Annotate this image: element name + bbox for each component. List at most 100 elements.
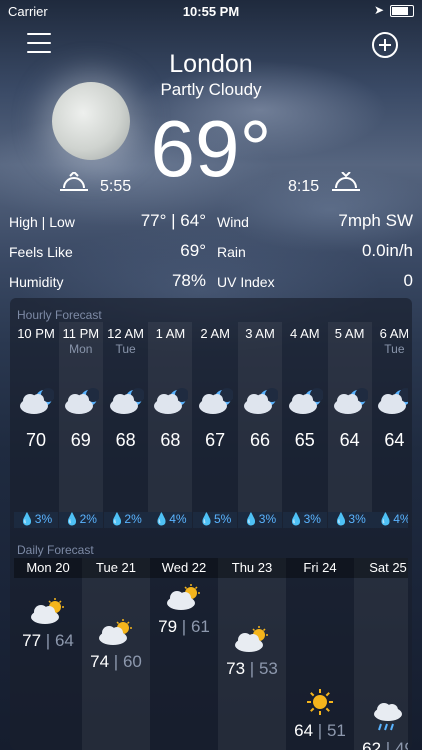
precipitation-value: 3% [34, 512, 53, 526]
day-label [148, 342, 192, 360]
daily-forecast-item: Sat 25 62 | 49 [354, 558, 408, 750]
status-bar: Carrier 10:55 PM ➤ [0, 0, 422, 22]
raindrop-icon: 💧 [109, 512, 125, 526]
day-label [238, 342, 282, 360]
hourly-forecast-title: Hourly Forecast [17, 308, 102, 322]
status-time: 10:55 PM [182, 4, 240, 19]
raindrop-icon: 💧 [243, 512, 259, 526]
hour-temperature: 65 [294, 430, 315, 450]
hour-temperature: 67 [205, 430, 226, 450]
hourly-forecast-item: 6 AMTue 64 💧4% [372, 322, 408, 528]
temperature-separator: | [381, 739, 395, 750]
daily-forecast-strip[interactable]: Mon 20 77 | 64 Tue 21 74 | 60 Wed 22 79 | 61 T… [14, 558, 408, 750]
partly-cloudy-night-icon [148, 388, 192, 428]
hourly-forecast-strip[interactable]: 10 PM 70 💧3% 11 PM Mon 69 💧2% 12 AM Tue 68 💧2% 1 AM… [14, 322, 408, 528]
daily-forecast-item: Wed 22 79 | 61 [150, 558, 218, 750]
day-temperature-block: 62 | 49 [354, 702, 408, 750]
partly-cloudy-night-icon [238, 388, 282, 428]
hour-temperature: 69 [70, 430, 91, 450]
stat-value: 7mph SW [338, 211, 413, 230]
precipitation-value: 2% [124, 512, 142, 526]
hour-label: 12 AM [107, 326, 145, 341]
stat-label: Feels Like [9, 244, 73, 260]
sun-icon [286, 688, 354, 721]
condition-label: Partly Cloudy [160, 80, 262, 99]
stat-label: Humidity [9, 274, 64, 290]
sunset-time: 8:15 [288, 178, 320, 195]
partly-cloudy-night-icon [328, 388, 372, 428]
day-label: Tue [384, 342, 405, 356]
day-label: Fri 24 [286, 558, 354, 578]
hour-label: 11 PM [62, 326, 100, 341]
hour-label: 4 AM [289, 326, 320, 341]
daily-forecast-item: Fri 24 64 | 51 [286, 558, 354, 750]
precipitation-value: 3% [303, 512, 321, 526]
stat-value: 78% [171, 271, 206, 290]
low-temperature: 61 [190, 617, 210, 636]
day-label: Sat 25 [354, 558, 408, 578]
day-temperature-block: 73 | 53 [218, 625, 286, 679]
sunrise-time: 5:55 [100, 178, 132, 195]
low-temperature: 51 [326, 721, 346, 741]
hourly-forecast-item: 12 AM Tue 68 💧2% [103, 322, 148, 528]
sunrise-icon [60, 172, 88, 191]
day-temperature-block: 64 | 51 [286, 688, 354, 741]
stat-value: 77° | 64° [140, 211, 206, 230]
precipitation-chance: 💧3% [14, 512, 58, 528]
partly-cloudy-night-icon [193, 388, 237, 428]
daily-forecast-item: Mon 20 77 | 64 [14, 558, 82, 750]
temperature-separator: | [177, 617, 191, 636]
raindrop-icon: 💧 [288, 512, 304, 526]
precipitation-value: 5% [213, 512, 232, 526]
stat-label: UV Index [217, 274, 275, 290]
day-label: Tue 21 [82, 558, 150, 578]
stat-value: 0.0in/h [361, 241, 413, 260]
hour-label: 3 AM [245, 326, 275, 341]
hourly-forecast-item: 2 AM 67 💧5% [193, 322, 238, 528]
precipitation-chance: 💧3% [327, 512, 372, 528]
precipitation-chance: 💧5% [193, 512, 238, 528]
day-label [14, 342, 58, 360]
raindrop-icon: 💧 [199, 512, 214, 526]
daily-forecast-item: Thu 23 73 | 53 [218, 558, 286, 750]
raindrop-icon: 💧 [154, 512, 170, 526]
precipitation-value: 4% [393, 512, 408, 526]
precipitation-value: 2% [79, 512, 97, 526]
temperature-separator: | [313, 721, 327, 741]
hour-temperature: 66 [249, 430, 271, 450]
day-temperature-block: 74 | 60 [82, 618, 150, 672]
stat-label: High | Low [9, 214, 75, 230]
stats-row: High | Low 77° | 64° Wind 7mph SW [0, 208, 422, 238]
precipitation-chance: 💧3% [282, 512, 327, 528]
partly-cloudy-day-icon [14, 597, 82, 631]
high-temperature: 62 [362, 739, 382, 750]
high-temperature: 64 [294, 721, 314, 741]
raindrop-icon: 💧 [378, 512, 394, 526]
precipitation-value: 3% [348, 512, 366, 526]
precipitation-value: 4% [169, 512, 187, 526]
day-temperature-block: 77 | 64 [14, 597, 82, 651]
stats-row: Feels Like 69° Rain 0.0in/h [0, 238, 422, 268]
hourly-forecast-item: 3 AM 66 💧3% [238, 322, 282, 528]
hour-temperature: 68 [115, 430, 136, 450]
partly-cloudy-night-icon [283, 388, 327, 428]
partly-cloudy-night-icon [59, 388, 103, 428]
hour-temperature: 68 [160, 430, 181, 450]
weather-stats: High | Low 77° | 64° Wind 7mph SW Feels … [0, 208, 422, 298]
hour-label: 2 AM [200, 326, 230, 341]
temperature-separator: | [245, 658, 259, 678]
hourly-forecast-item: 5 AM 64 💧3% [327, 322, 372, 528]
stat-value: 0 [403, 271, 413, 290]
temperature-separator: | [41, 630, 55, 650]
precipitation-chance: 💧3% [238, 512, 282, 528]
high-temperature: 74 [90, 651, 110, 671]
hour-temperature: 64 [339, 430, 360, 450]
day-label: Wed 22 [150, 558, 218, 578]
hour-label: 1 AM [155, 326, 186, 341]
hourly-forecast-item: 10 PM 70 💧3% [14, 322, 58, 528]
stat-label: Rain [217, 244, 246, 260]
hourly-forecast-item: 11 PM Mon 69 💧2% [58, 322, 103, 528]
partly-cloudy-night-icon [104, 388, 148, 428]
day-label: Mon [69, 342, 93, 356]
temperature-separator: | [109, 651, 123, 671]
